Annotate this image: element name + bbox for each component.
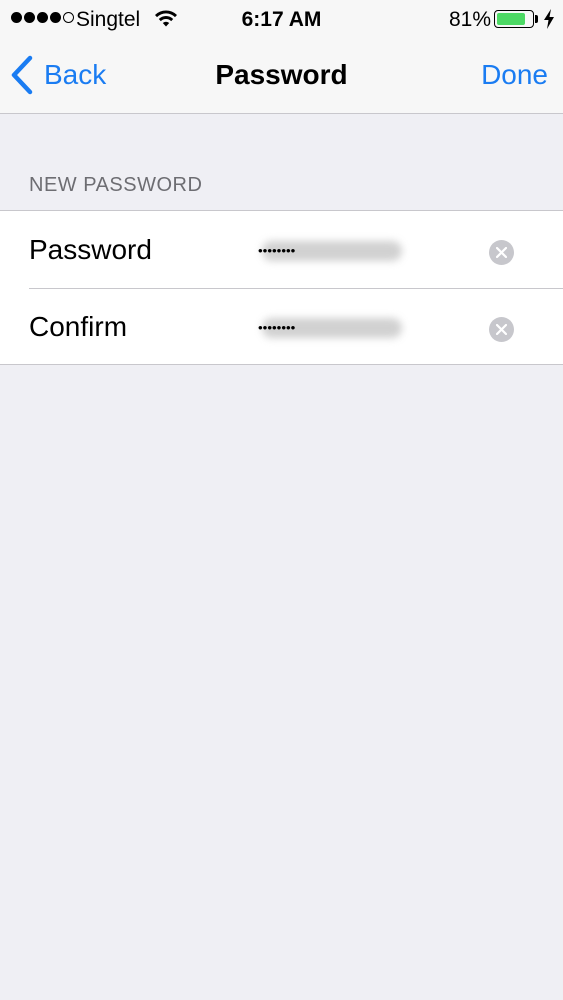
screen: Singtel 6:17 AM 81% Back Password Done N… bbox=[0, 0, 563, 1000]
bolt-icon bbox=[544, 9, 554, 29]
password-row: Password bbox=[0, 211, 563, 288]
clear-password-button[interactable] bbox=[489, 240, 514, 265]
clear-circle-icon bbox=[496, 324, 507, 335]
battery-percentage: 81% bbox=[448, 8, 491, 31]
done-button[interactable]: Done bbox=[481, 58, 548, 92]
password-fields-group: Password Confirm bbox=[0, 210, 563, 365]
page-title: Password bbox=[215, 59, 348, 90]
battery-cap bbox=[535, 15, 538, 23]
status-bar: Singtel 6:17 AM 81% bbox=[0, 0, 563, 38]
confirm-label: Confirm bbox=[29, 311, 128, 342]
password-input[interactable] bbox=[258, 231, 468, 269]
confirm-row: Confirm bbox=[0, 288, 563, 365]
clear-circle-icon bbox=[496, 247, 507, 258]
confirm-input[interactable] bbox=[258, 308, 468, 346]
section-header: NEW PASSWORD bbox=[29, 174, 203, 196]
password-label: Password bbox=[29, 234, 152, 265]
battery-level bbox=[497, 13, 525, 25]
battery-icon bbox=[494, 10, 534, 28]
clear-confirm-button[interactable] bbox=[489, 317, 514, 342]
navigation-bar: Back Password Done bbox=[0, 38, 563, 114]
